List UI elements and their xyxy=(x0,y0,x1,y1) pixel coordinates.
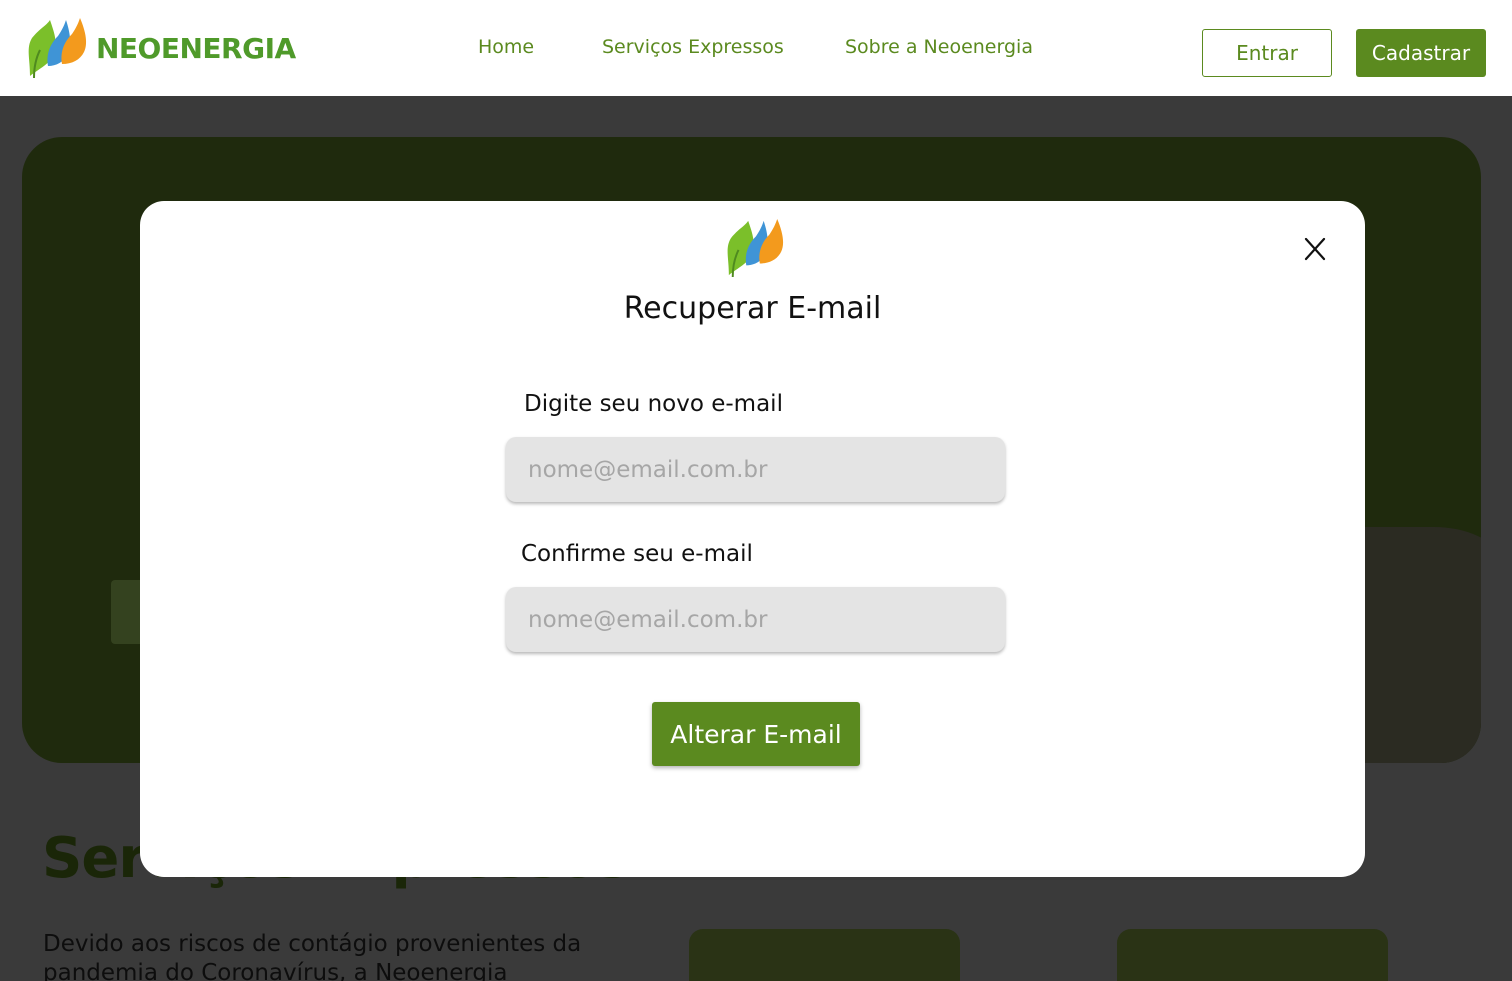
confirm-email-input[interactable] xyxy=(506,587,1005,652)
nav-servicos-expressos[interactable]: Serviços Expressos xyxy=(602,36,784,58)
brand-logo[interactable]: NEOENERGIA xyxy=(24,18,296,78)
new-email-input[interactable] xyxy=(506,437,1005,502)
service-card xyxy=(1117,929,1388,981)
confirm-email-label: Confirme seu e-mail xyxy=(521,541,753,567)
close-button[interactable] xyxy=(1295,229,1335,269)
login-button[interactable]: Entrar xyxy=(1202,29,1332,77)
service-card xyxy=(689,929,960,981)
nav-sobre-neoenergia[interactable]: Sobre a Neoenergia xyxy=(845,36,1033,58)
nav-home[interactable]: Home xyxy=(478,36,534,58)
section-text: Devido aos riscos de contágio provenient… xyxy=(43,931,582,981)
close-icon xyxy=(1304,237,1326,261)
modal-title: Recuperar E-mail xyxy=(623,291,882,326)
signup-button[interactable]: Cadastrar xyxy=(1356,29,1486,77)
top-header: NEOENERGIA Home Serviços Expressos Sobre… xyxy=(0,0,1512,96)
change-email-button[interactable]: Alterar E-mail xyxy=(652,702,860,766)
new-email-label: Digite seu novo e-mail xyxy=(524,391,783,417)
neoenergia-leaves-icon xyxy=(28,18,87,78)
brand-name: NEOENERGIA xyxy=(96,31,296,65)
recover-email-modal: Recuperar E-mail Digite seu novo e-mail … xyxy=(140,201,1365,877)
neoenergia-leaves-icon xyxy=(727,219,784,277)
